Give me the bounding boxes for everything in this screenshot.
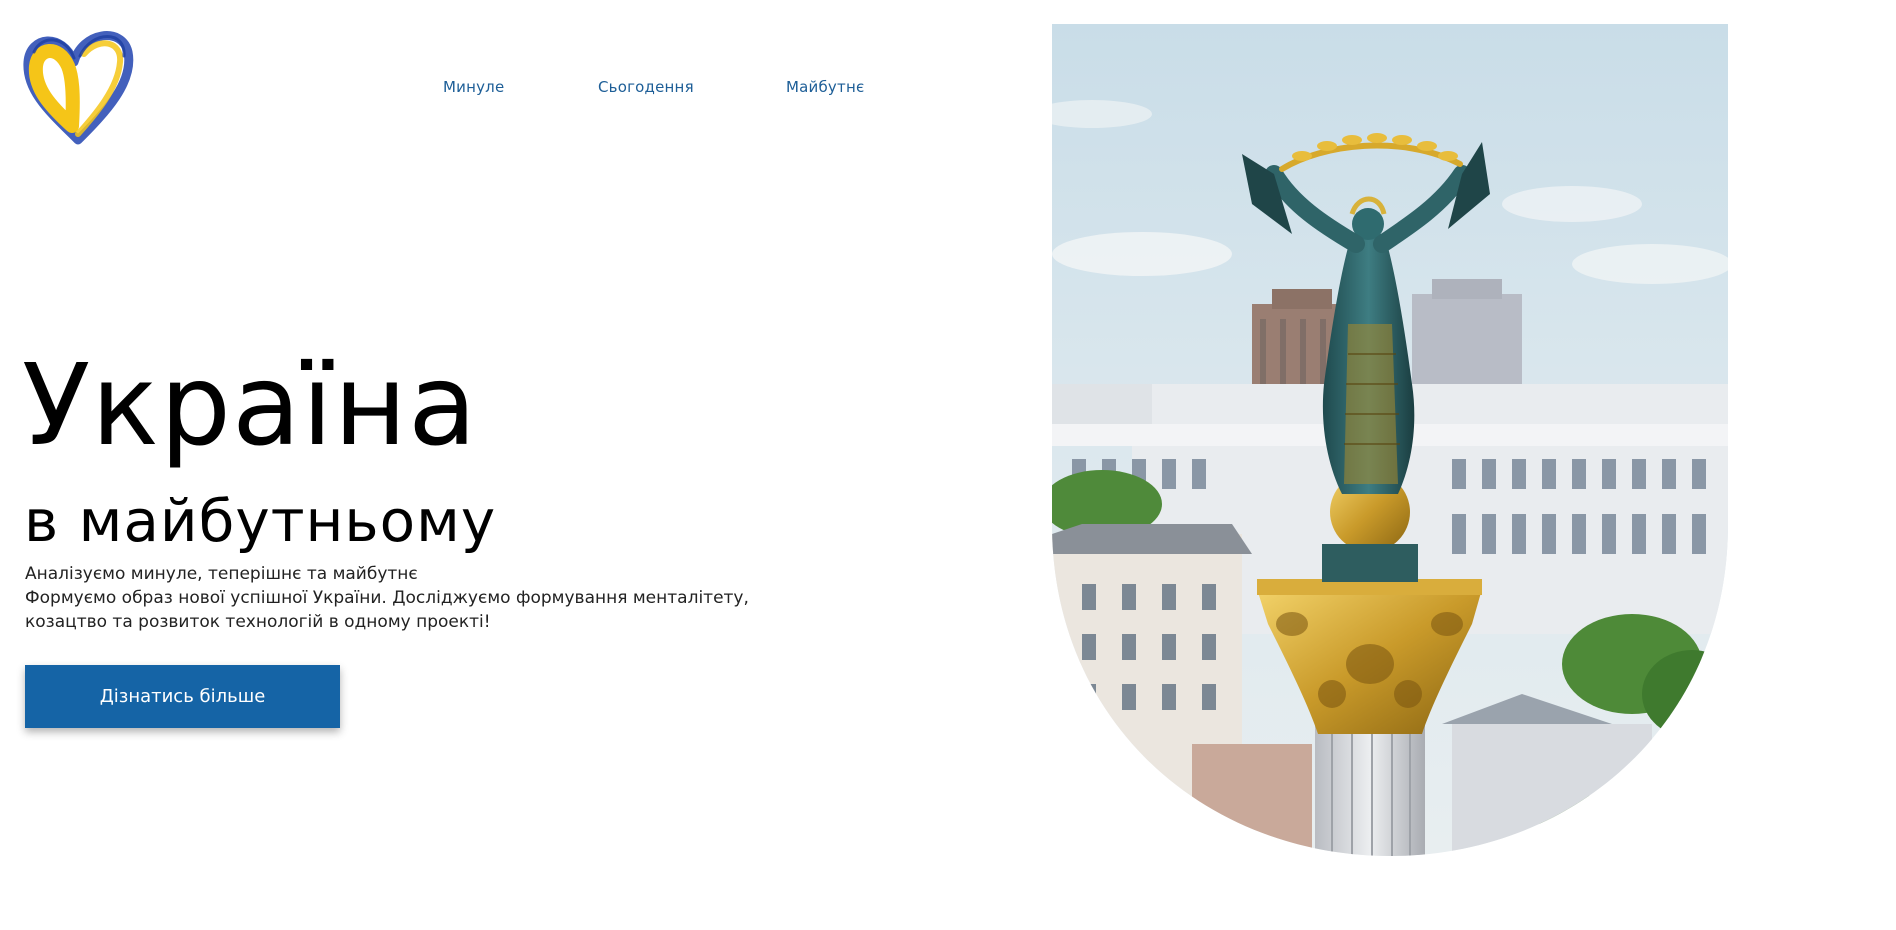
hero-subtitle: в майбутньому	[24, 487, 497, 555]
nav-item-past[interactable]: Минуле	[443, 78, 504, 96]
independence-monument-image	[1052, 24, 1728, 856]
nav-item-future[interactable]: Майбутнє	[786, 78, 864, 96]
heart-logo-icon[interactable]	[22, 22, 134, 148]
hero-description-line: Формуємо образ нової успішної України. Д…	[25, 588, 749, 608]
hero-description-line: Аналізуємо минуле, теперішнє та майбутнє	[25, 564, 418, 584]
hero-description: Аналізуємо минуле, теперішнє та майбутнє…	[25, 562, 825, 634]
hero-title: Україна	[22, 341, 478, 471]
nav-item-present[interactable]: Сьогодення	[598, 78, 694, 96]
page: Минуле Сьогодення Майбутнє Україна в май…	[0, 0, 1896, 930]
hero-description-line: козацтво та розвиток технологій в одному…	[25, 612, 491, 632]
learn-more-button[interactable]: Дізнатись більше	[25, 665, 340, 728]
